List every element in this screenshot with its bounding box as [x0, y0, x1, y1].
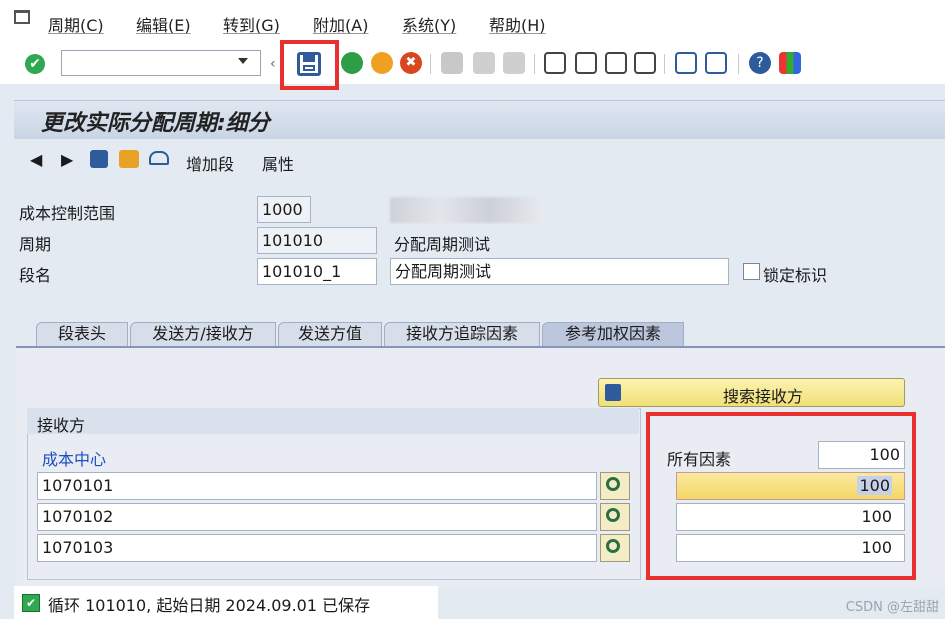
enter-check-icon[interactable]: ✔ — [25, 54, 45, 74]
previous-icon[interactable]: ◀ — [30, 150, 42, 169]
shortcut-icon[interactable] — [705, 52, 727, 74]
cost-center-row-1[interactable]: 1070101 — [37, 472, 597, 500]
menu-system[interactable]: 系统(Y) — [402, 12, 456, 36]
print-icon[interactable] — [441, 52, 463, 74]
menu-extras[interactable]: 附加(A) — [313, 12, 368, 36]
segment-name-field[interactable]: 101010_1 — [257, 258, 377, 285]
tab-receiver-tracing-factor[interactable]: 接收方追踪因素 — [384, 322, 540, 346]
tab-segment-header[interactable]: 段表头 — [36, 322, 128, 346]
command-dropdown-icon[interactable] — [238, 58, 248, 64]
add-segment-button[interactable]: 增加段 — [186, 151, 234, 175]
standard-toolbar: ✔ ‹ ✖ ? — [0, 44, 945, 84]
zoom-icon[interactable] — [600, 472, 630, 500]
find-next-icon[interactable] — [503, 52, 525, 74]
cost-center-row-3[interactable]: 1070103 — [37, 534, 597, 562]
cycle-label: 周期 — [19, 235, 52, 254]
menu-edit[interactable]: 编辑(E) — [136, 12, 191, 36]
lock-checkbox[interactable] — [743, 263, 760, 280]
tab-sender-values[interactable]: 发送方值 — [278, 322, 382, 346]
help-icon[interactable]: ? — [749, 52, 771, 74]
cost-center-row-2[interactable]: 1070102 — [37, 503, 597, 531]
cycle-description: 分配周期测试 — [394, 235, 491, 254]
success-check-icon: ✔ — [22, 594, 40, 612]
segment-label: 段名 — [19, 266, 52, 285]
watermark: CSDN @左甜甜 — [845, 600, 939, 615]
last-page-icon[interactable] — [634, 52, 656, 74]
menu-goto[interactable]: 转到(G) — [223, 12, 280, 36]
title-bar: 更改实际分配周期:细分 — [14, 100, 945, 139]
controlling-area-label: 成本控制范围 — [19, 204, 116, 223]
zoom-icon[interactable] — [600, 503, 630, 531]
controlling-area-field[interactable]: 1000 — [257, 196, 311, 223]
tab-receiver-weighting-factors[interactable]: 参考加权因素 — [542, 322, 684, 346]
status-bar: ✔ 循环 101010, 起始日期 2024.09.01 已保存 — [14, 586, 438, 619]
blurred-area — [390, 197, 540, 223]
command-field[interactable] — [61, 50, 261, 76]
segment-description-field[interactable]: 分配周期测试 — [390, 258, 729, 285]
chevron-left-icon: ‹ — [270, 56, 276, 72]
new-session-icon[interactable] — [675, 52, 697, 74]
binoculars-icon — [605, 384, 621, 401]
receiver-group-header: 接收方 — [27, 408, 639, 435]
save-highlight — [280, 40, 339, 90]
menu-bar: 周期(C) 编辑(E) 转到(G) 附加(A) 系统(Y) 帮助(H) — [0, 0, 945, 44]
menu-launch-icon[interactable] — [14, 10, 30, 24]
layout-menu-icon[interactable] — [779, 52, 801, 74]
status-message: 循环 101010, 起始日期 2024.09.01 已保存 — [48, 596, 371, 615]
attributes-button[interactable]: 属性 — [262, 151, 294, 175]
cycle-field[interactable]: 101010 — [257, 227, 377, 254]
previous-page-icon[interactable] — [575, 52, 597, 74]
zoom-icon[interactable] — [600, 534, 630, 562]
factors-highlight — [646, 412, 916, 580]
exit-icon[interactable] — [371, 52, 393, 74]
cost-center-column-label: 成本中心 — [42, 450, 107, 469]
overview-icon[interactable] — [119, 150, 139, 168]
first-page-icon[interactable] — [544, 52, 566, 74]
next-page-icon[interactable] — [605, 52, 627, 74]
tab-sender-receiver[interactable]: 发送方/接收方 — [130, 322, 276, 346]
hat-icon[interactable] — [149, 151, 169, 165]
menu-help[interactable]: 帮助(H) — [489, 12, 546, 36]
find-icon[interactable] — [473, 52, 495, 74]
application-toolbar: ◀ ▶ 增加段 属性 — [14, 142, 945, 180]
next-icon[interactable]: ▶ — [61, 150, 73, 169]
cancel-icon[interactable]: ✖ — [400, 52, 422, 74]
back-icon[interactable] — [341, 52, 363, 74]
lock-label: 锁定标识 — [763, 266, 828, 285]
search-receivers-button[interactable]: 搜索接收方 — [598, 378, 905, 407]
menu-cycle[interactable]: 周期(C) — [48, 12, 104, 36]
binoculars-icon[interactable] — [90, 150, 108, 168]
receiver-group-title: 接收方 — [37, 416, 86, 435]
page-title: 更改实际分配周期:细分 — [41, 111, 270, 136]
